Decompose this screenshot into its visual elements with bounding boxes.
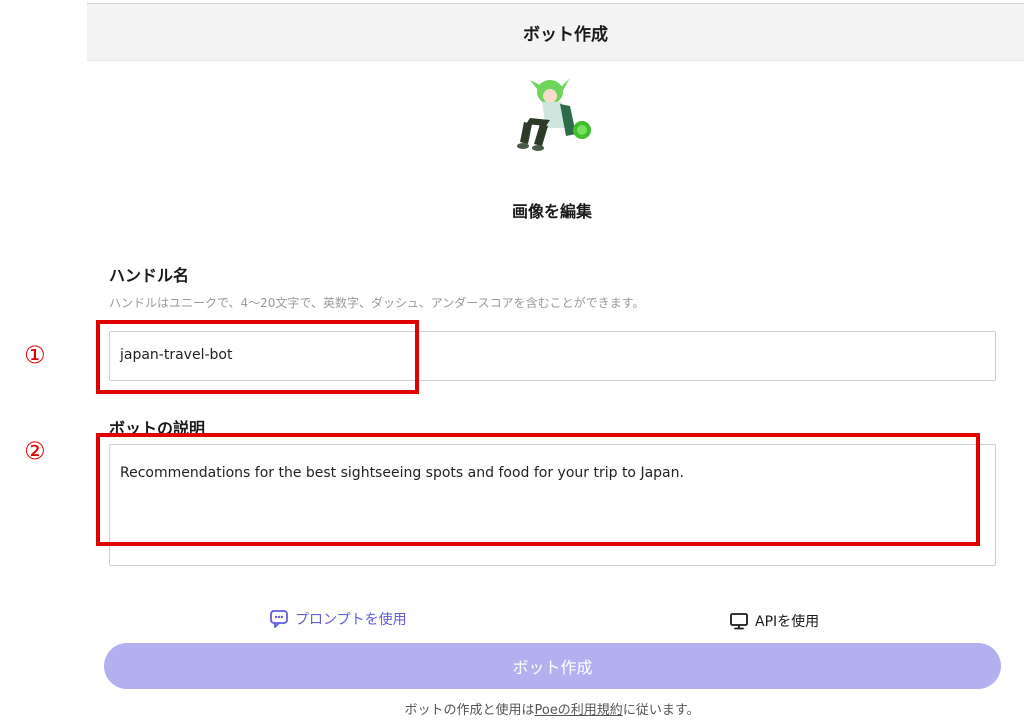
handle-input[interactable]: japan-travel-bot: [109, 331, 996, 381]
handle-label: ハンドル名: [109, 266, 190, 285]
annotation-marker-1: ①: [24, 341, 46, 369]
terms-link[interactable]: Poeの利用規約: [534, 703, 622, 718]
chat-bubble-icon: [270, 610, 288, 628]
create-bot-button[interactable]: ボット作成: [104, 643, 1001, 689]
create-bot-page: ボット作成 画像を編集 ハンドル名 ハンドルはユニークで、4～20文字で、英数字…: [0, 0, 1024, 723]
terms-suffix: に従います。: [622, 703, 700, 718]
description-label: ボットの説明: [109, 419, 206, 438]
use-api-link[interactable]: APIを使用: [729, 611, 819, 631]
page-title: ボット作成: [523, 24, 608, 45]
description-textarea[interactable]: Recommendations for the best sightseeing…: [109, 444, 996, 566]
bot-avatar[interactable]: [510, 76, 594, 152]
terms-notice: ボットの作成と使用はPoeの利用規約に従います。: [0, 699, 1024, 718]
monitor-icon: [730, 613, 748, 630]
use-prompt-label: プロンプトを使用: [295, 612, 407, 628]
page-header: ボット作成: [87, 3, 1024, 61]
use-api-label: APIを使用: [755, 614, 820, 630]
handle-input-value: japan-travel-bot: [120, 347, 233, 363]
description-textarea-value: Recommendations for the best sightseeing…: [120, 465, 684, 481]
terms-prefix: ボットの作成と使用は: [404, 703, 535, 718]
annotation-marker-2: ②: [24, 437, 46, 465]
use-prompt-link[interactable]: プロンプトを使用: [269, 609, 407, 629]
anime-character-avatar-icon: [517, 78, 591, 151]
handle-hint: ハンドルはユニークで、4～20文字で、英数字、ダッシュ、アンダースコアを含むこと…: [109, 296, 645, 310]
edit-image-link[interactable]: 画像を編集: [0, 198, 1024, 222]
